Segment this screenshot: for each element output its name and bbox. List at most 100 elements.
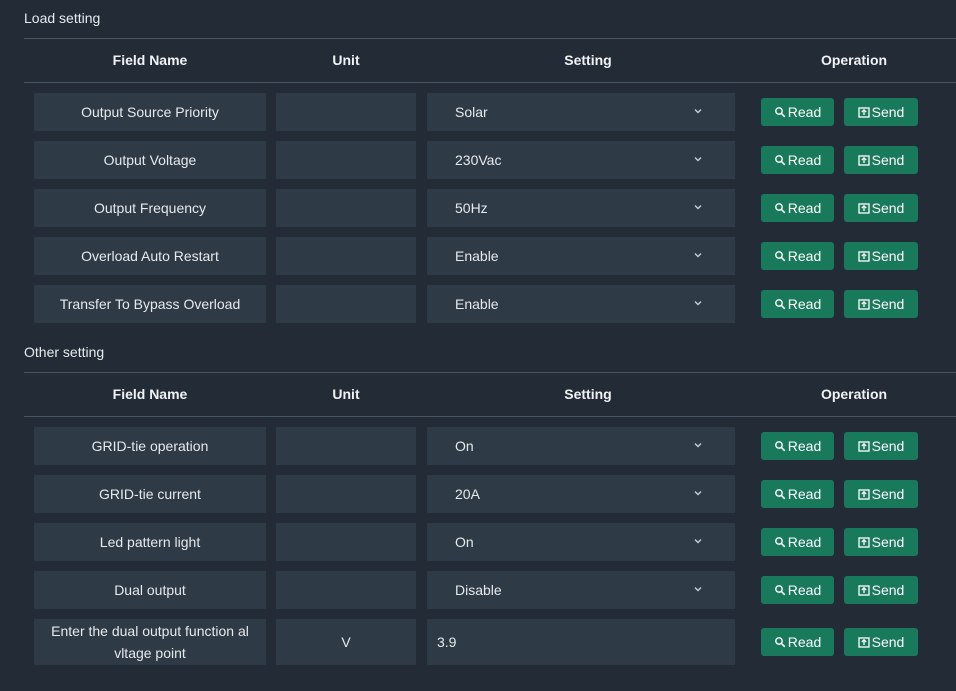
- unit-cell: [276, 571, 416, 609]
- read-label: Read: [787, 634, 822, 650]
- read-button[interactable]: Read: [761, 98, 834, 126]
- divider: [24, 82, 956, 83]
- read-button[interactable]: Read: [761, 628, 834, 656]
- setting-value: On: [455, 438, 474, 454]
- unit-cell: [276, 237, 416, 275]
- setting-input[interactable]: 3.9: [427, 619, 735, 665]
- chevron-down-icon: [694, 587, 702, 592]
- header-operation: Operation: [820, 52, 888, 68]
- setting-select[interactable]: Solar: [427, 93, 735, 131]
- search-refresh-icon: [774, 489, 786, 500]
- search-refresh-icon: [774, 585, 786, 596]
- search-refresh-icon: [774, 537, 786, 548]
- field-name-cell: Output Voltage: [34, 141, 266, 179]
- header-unit: Unit: [332, 52, 360, 68]
- send-button[interactable]: Send: [844, 628, 918, 656]
- send-button[interactable]: Send: [844, 194, 918, 222]
- read-label: Read: [787, 582, 822, 598]
- header-unit: Unit: [332, 386, 360, 402]
- unit-cell: V: [276, 619, 416, 665]
- read-label: Read: [787, 152, 822, 168]
- send-label: Send: [871, 534, 905, 550]
- send-button[interactable]: Send: [844, 480, 918, 508]
- setting-select[interactable]: 20A: [427, 475, 735, 513]
- chevron-down-icon: [694, 253, 702, 258]
- field-name-cell: Dual output: [34, 571, 266, 609]
- setting-value: 3.9: [437, 634, 457, 650]
- setting-select[interactable]: On: [427, 427, 735, 465]
- chevron-down-icon: [694, 157, 702, 162]
- read-button[interactable]: Read: [761, 576, 834, 604]
- send-button[interactable]: Send: [844, 528, 918, 556]
- send-label: Send: [871, 152, 905, 168]
- read-label: Read: [787, 200, 822, 216]
- send-label: Send: [871, 296, 905, 312]
- upload-icon: [857, 441, 870, 452]
- divider: [24, 416, 956, 417]
- field-name-cell: Led pattern light: [34, 523, 266, 561]
- chevron-down-icon: [694, 301, 702, 306]
- setting-select[interactable]: 230Vac: [427, 141, 735, 179]
- search-refresh-icon: [774, 251, 786, 262]
- setting-select[interactable]: Disable: [427, 571, 735, 609]
- setting-select[interactable]: Enable: [427, 285, 735, 323]
- search-refresh-icon: [774, 299, 786, 310]
- upload-icon: [857, 251, 870, 262]
- send-label: Send: [871, 438, 905, 454]
- header-setting: Setting: [564, 386, 612, 402]
- upload-icon: [857, 637, 870, 648]
- send-button[interactable]: Send: [844, 432, 918, 460]
- unit-cell: [276, 285, 416, 323]
- search-refresh-icon: [774, 441, 786, 452]
- unit-cell: [276, 475, 416, 513]
- send-label: Send: [871, 582, 905, 598]
- read-button[interactable]: Read: [761, 242, 834, 270]
- setting-value: 50Hz: [455, 200, 488, 216]
- chevron-down-icon: [694, 205, 702, 210]
- setting-select[interactable]: On: [427, 523, 735, 561]
- chevron-down-icon: [694, 539, 702, 544]
- send-button[interactable]: Send: [844, 290, 918, 318]
- search-refresh-icon: [774, 203, 786, 214]
- field-name-cell: Transfer To Bypass Overload: [34, 285, 266, 323]
- table-row: Output Frequency 50Hz Read Send: [34, 189, 934, 227]
- chevron-down-icon: [694, 109, 702, 114]
- table-row: Overload Auto Restart Enable Read Send: [34, 237, 934, 275]
- read-label: Read: [787, 248, 822, 264]
- read-button[interactable]: Read: [761, 146, 834, 174]
- setting-value: Enable: [455, 296, 499, 312]
- search-refresh-icon: [774, 107, 786, 118]
- setting-select[interactable]: Enable: [427, 237, 735, 275]
- upload-icon: [857, 585, 870, 596]
- table-row: Output Source Priority Solar Read Send: [34, 93, 934, 131]
- send-button[interactable]: Send: [844, 576, 918, 604]
- header-field-name: Field Name: [112, 386, 188, 402]
- unit-cell: [276, 189, 416, 227]
- table-row: Led pattern light On Read Send: [34, 523, 934, 561]
- send-button[interactable]: Send: [844, 242, 918, 270]
- read-button[interactable]: Read: [761, 528, 834, 556]
- read-button[interactable]: Read: [761, 432, 834, 460]
- setting-value: Enable: [455, 248, 499, 264]
- field-name-cell: Output Frequency: [34, 189, 266, 227]
- setting-value: On: [455, 534, 474, 550]
- read-button[interactable]: Read: [761, 480, 834, 508]
- unit-cell: [276, 93, 416, 131]
- read-button[interactable]: Read: [761, 194, 834, 222]
- setting-value: 230Vac: [455, 152, 502, 168]
- send-button[interactable]: Send: [844, 98, 918, 126]
- table-header: Field Name Unit Setting Operation: [24, 372, 956, 416]
- upload-icon: [857, 155, 870, 166]
- read-button[interactable]: Read: [761, 290, 834, 318]
- field-name-cell: GRID-tie current: [34, 475, 266, 513]
- chevron-down-icon: [694, 491, 702, 496]
- field-name-cell: Output Source Priority: [34, 93, 266, 131]
- upload-icon: [857, 299, 870, 310]
- send-button[interactable]: Send: [844, 146, 918, 174]
- field-name-cell: Overload Auto Restart: [34, 237, 266, 275]
- table-row: Dual output Disable Read Send: [34, 571, 934, 609]
- setting-select[interactable]: 50Hz: [427, 189, 735, 227]
- send-label: Send: [871, 200, 905, 216]
- setting-value: Solar: [455, 104, 488, 120]
- unit-cell: [276, 523, 416, 561]
